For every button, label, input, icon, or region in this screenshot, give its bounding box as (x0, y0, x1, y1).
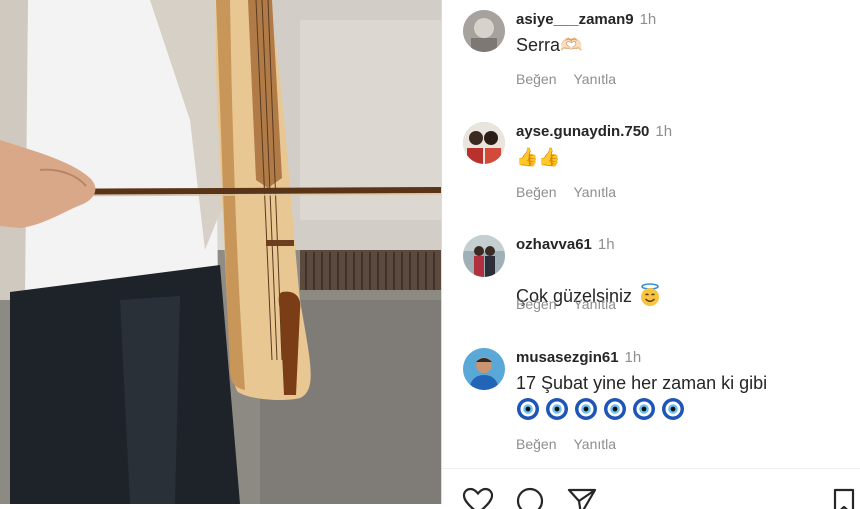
smiling-face-with-halo-icon (641, 283, 660, 306)
comments-panel[interactable]: asiye___zaman9 1h Serra🫶🏻 Beğen Yanıtla ay… (442, 0, 860, 468)
comment-icon[interactable] (514, 487, 546, 509)
reply-button[interactable]: Yanıtla (573, 184, 616, 200)
nazar-amulet-icon (517, 398, 539, 420)
media-image (0, 0, 441, 504)
comment-header: musasezgin61 1h (516, 349, 641, 367)
reply-button[interactable]: Yanıtla (573, 71, 616, 87)
comment-time[interactable]: 1h (640, 11, 657, 28)
post-media[interactable] (0, 0, 441, 504)
comment-actions: Beğen Yanıtla (516, 184, 616, 200)
avatar[interactable] (463, 348, 505, 390)
emoji-row (516, 397, 690, 423)
reply-button[interactable]: Yanıtla (573, 296, 616, 312)
comment-time[interactable]: 1h (655, 123, 672, 140)
save-icon[interactable] (828, 487, 860, 509)
comment-header: ayse.gunaydin.750 1h (516, 123, 672, 141)
comment-time[interactable]: 1h (625, 349, 642, 366)
nazar-amulet-icon (575, 398, 597, 420)
reply-button[interactable]: Yanıtla (573, 436, 616, 452)
comment-username[interactable]: musasezgin61 (516, 349, 619, 366)
share-icon[interactable] (566, 487, 598, 509)
like-comment-button[interactable]: Beğen (516, 71, 556, 87)
comment-username[interactable]: asiye___zaman9 (516, 11, 634, 28)
comment-actions: Beğen Yanıtla (516, 71, 616, 87)
avatar[interactable] (463, 10, 505, 52)
comment-header: ozhavva61 1h (516, 236, 615, 254)
comment-header: asiye___zaman9 1h (516, 11, 656, 29)
nazar-amulet-icon (604, 398, 626, 420)
comment-actions: Beğen Yanıtla (516, 296, 616, 312)
like-comment-button[interactable]: Beğen (516, 184, 556, 200)
comment-text: Serra🫶🏻 (516, 35, 583, 55)
comment-text: 👍👍 (516, 147, 561, 168)
like-comment-button[interactable]: Beğen (516, 296, 556, 312)
nazar-amulet-icon (662, 398, 684, 420)
comment-time[interactable]: 1h (598, 236, 615, 253)
nazar-amulet-icon (546, 398, 568, 420)
comment-username[interactable]: ayse.gunaydin.750 (516, 123, 649, 140)
nazar-amulet-icon (633, 398, 655, 420)
heart-icon[interactable] (462, 487, 494, 509)
comment-actions: Beğen Yanıtla (516, 436, 616, 452)
avatar[interactable] (463, 235, 505, 277)
comment-text: 17 Şubat yine her zaman ki gibi (516, 373, 768, 393)
avatar[interactable] (463, 122, 505, 164)
comment-username[interactable]: ozhavva61 (516, 236, 592, 253)
like-comment-button[interactable]: Beğen (516, 436, 556, 452)
post-action-bar (442, 469, 860, 509)
